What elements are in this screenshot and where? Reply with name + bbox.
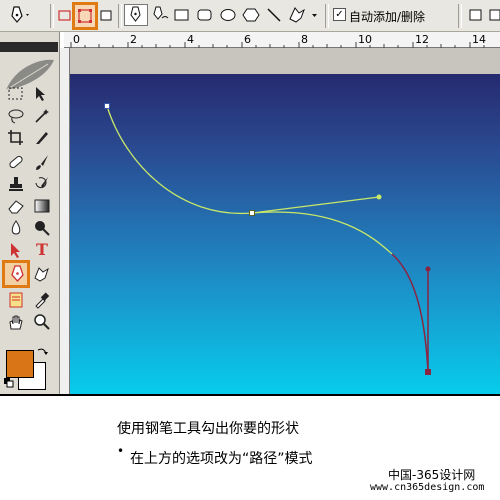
- auto-add-delete-label: 自动添加/删除: [349, 10, 426, 24]
- brush-tool-icon[interactable]: [31, 152, 53, 172]
- document-canvas[interactable]: [70, 74, 500, 394]
- line-icon[interactable]: [265, 4, 283, 26]
- path-selection-icon[interactable]: [5, 240, 27, 260]
- anchor-point[interactable]: [249, 210, 255, 216]
- magic-wand-icon[interactable]: [31, 106, 53, 126]
- eraser-tool-icon[interactable]: [5, 196, 27, 216]
- burn-tool-icon[interactable]: [31, 218, 53, 238]
- swap-colors-icon[interactable]: [36, 346, 48, 361]
- caption-line-1: 使用钢笔工具勾出你要的形状: [117, 421, 299, 437]
- eyedropper-tool-icon[interactable]: [31, 290, 53, 310]
- pen-path[interactable]: [70, 74, 500, 394]
- freeform-pen-icon[interactable]: [150, 4, 170, 26]
- horizontal-ruler: 0 2 4 6 8 10 12 14: [64, 32, 500, 48]
- direction-handle[interactable]: [376, 194, 382, 200]
- pen-tool-icon[interactable]: [6, 4, 32, 26]
- rectangle-icon[interactable]: [173, 4, 191, 26]
- gradient-tool-icon[interactable]: [31, 196, 53, 216]
- watermark-url: www.cn365design.com: [370, 482, 485, 493]
- direction-handle[interactable]: [425, 266, 431, 272]
- ruler-label: 8: [301, 33, 308, 46]
- notes-tool-icon[interactable]: [5, 290, 27, 310]
- lasso-tool-icon[interactable]: [5, 106, 27, 126]
- options-bar: ✓ 自动添加/删除: [0, 0, 500, 32]
- ruler-label: 4: [187, 33, 194, 46]
- ruler-label: 6: [244, 33, 251, 46]
- ruler-label: 14: [472, 33, 486, 46]
- ellipse-icon[interactable]: [219, 4, 237, 26]
- path-segment[interactable]: [391, 253, 429, 373]
- foreground-color-swatch[interactable]: [6, 350, 34, 378]
- zoom-tool-icon[interactable]: [31, 312, 53, 332]
- default-colors-icon[interactable]: [4, 378, 14, 391]
- separator: [458, 4, 462, 28]
- direction-line: [251, 196, 380, 214]
- add-to-path-icon[interactable]: [468, 4, 484, 26]
- ruler-label: 12: [415, 33, 429, 46]
- anchor-point[interactable]: [425, 369, 431, 375]
- caption-panel: 使用钢笔工具勾出你要的形状 • 在上方的选项改为“路径”模式 中国-365设计网…: [0, 394, 500, 500]
- toolbox-header: [0, 42, 58, 52]
- history-brush-icon[interactable]: [31, 174, 53, 194]
- shape-layers-icon[interactable]: [56, 4, 72, 26]
- custom-shape-icon[interactable]: [287, 4, 321, 26]
- ruler-label: 10: [358, 33, 372, 46]
- move-tool-icon[interactable]: [31, 84, 53, 104]
- paths-mode-icon[interactable]: [72, 2, 98, 30]
- toolbox: T: [0, 32, 60, 394]
- path-segment[interactable]: [251, 211, 393, 255]
- watermark-title: 中国-365设计网: [388, 468, 476, 482]
- custom-shape-tool-icon[interactable]: [31, 264, 53, 284]
- auto-add-delete-checkbox[interactable]: ✓: [333, 8, 346, 21]
- separator: [118, 4, 122, 28]
- anchor-point[interactable]: [104, 103, 110, 109]
- caption-line-2: 在上方的选项改为“路径”模式: [130, 451, 313, 467]
- separator: [50, 4, 54, 28]
- marquee-tool-icon[interactable]: [5, 84, 27, 104]
- hand-tool-icon[interactable]: [5, 312, 27, 332]
- separator: [325, 4, 329, 28]
- crop-tool-icon[interactable]: [5, 128, 27, 148]
- caption-bullet: •: [117, 444, 125, 458]
- pen-icon[interactable]: [124, 4, 148, 26]
- ruler-label: 2: [130, 33, 137, 46]
- subtract-path-icon[interactable]: [488, 4, 500, 26]
- type-tool-icon[interactable]: T: [31, 240, 53, 260]
- pen-tool-icon[interactable]: [2, 260, 30, 288]
- slice-tool-icon[interactable]: [31, 128, 53, 148]
- healing-brush-icon[interactable]: [5, 152, 27, 172]
- polygon-icon[interactable]: [242, 4, 260, 26]
- path-segment[interactable]: [106, 105, 253, 215]
- ruler-label: 0: [73, 33, 80, 46]
- fill-pixels-icon[interactable]: [98, 4, 114, 26]
- blur-tool-icon[interactable]: [5, 218, 27, 238]
- clone-stamp-icon[interactable]: [5, 174, 27, 194]
- rounded-rectangle-icon[interactable]: [196, 4, 214, 26]
- vertical-ruler: [60, 48, 70, 394]
